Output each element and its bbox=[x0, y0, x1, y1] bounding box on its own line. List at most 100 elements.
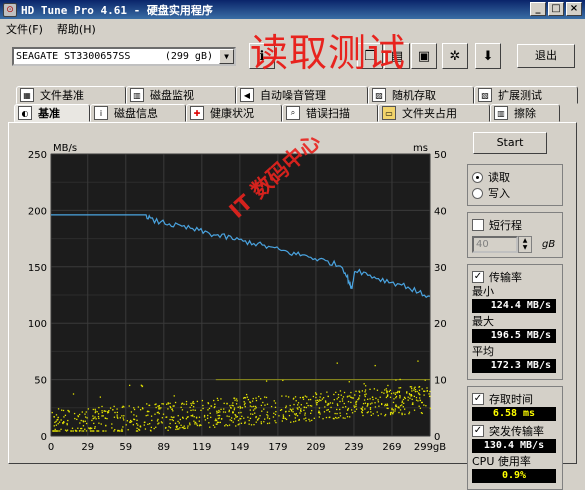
access-time-point bbox=[185, 403, 188, 405]
access-time-point bbox=[426, 387, 428, 389]
access-time-point bbox=[159, 408, 161, 410]
access-time-point bbox=[245, 393, 248, 396]
access-time-point bbox=[372, 398, 374, 401]
transfer-rate-checkbox[interactable]: ✓ bbox=[472, 271, 484, 283]
access-time-point bbox=[89, 427, 92, 429]
access-time-point bbox=[122, 426, 124, 428]
tab-benchmark[interactable]: ◐ 基准 bbox=[14, 104, 90, 122]
access-time-point bbox=[255, 416, 257, 419]
settings-icon[interactable]: ✲ bbox=[442, 43, 468, 69]
read-radio[interactable] bbox=[472, 171, 483, 183]
access-time-point bbox=[240, 411, 242, 414]
access-time-point bbox=[304, 395, 306, 397]
access-time-point bbox=[299, 412, 301, 414]
burst-rate-checkbox[interactable]: ✓ bbox=[472, 425, 484, 437]
stepper-arrows-icon[interactable]: ▲ ▼ bbox=[518, 235, 532, 253]
tab-random-access[interactable]: ▨ 随机存取 bbox=[368, 86, 474, 104]
access-time-point bbox=[113, 430, 115, 432]
write-radio[interactable] bbox=[472, 187, 483, 199]
drive-select[interactable]: SEAGATE ST3300657SS (299 gB) ▼ bbox=[12, 47, 236, 66]
access-time-point bbox=[418, 389, 421, 391]
access-time-point bbox=[399, 395, 401, 397]
access-time-point bbox=[374, 364, 376, 367]
access-time-point bbox=[386, 391, 388, 393]
access-time-point bbox=[358, 391, 361, 393]
tab-file-benchmark[interactable]: ▦ 文件基准 bbox=[16, 86, 126, 104]
access-time-point bbox=[346, 413, 348, 415]
access-time-point bbox=[406, 391, 408, 393]
access-time-point bbox=[377, 414, 379, 417]
access-time-point bbox=[429, 395, 431, 398]
read-option[interactable]: 读取 bbox=[472, 169, 560, 185]
tab-disk-info[interactable]: i 磁盘信息 bbox=[90, 104, 186, 122]
access-time-point bbox=[306, 396, 308, 398]
access-time-point bbox=[241, 407, 244, 409]
x-tick-label: 209 bbox=[306, 442, 325, 453]
access-time-point bbox=[372, 413, 374, 415]
chevron-down-icon[interactable]: ▼ bbox=[219, 49, 234, 64]
access-time-point bbox=[122, 405, 124, 407]
access-time-point bbox=[190, 404, 193, 406]
access-time-point bbox=[376, 411, 378, 413]
access-time-point bbox=[209, 412, 211, 414]
access-time-point bbox=[150, 426, 153, 429]
access-time-point bbox=[264, 396, 266, 398]
access-time-point bbox=[303, 409, 305, 411]
access-time-point bbox=[367, 411, 369, 413]
menu-file[interactable]: 文件(F) bbox=[6, 21, 43, 37]
minimize-button[interactable]: _ bbox=[530, 2, 546, 16]
write-option[interactable]: 写入 bbox=[472, 185, 560, 201]
access-time-checkbox[interactable]: ✓ bbox=[472, 393, 484, 405]
transfer-rate-option[interactable]: ✓ 传输率 bbox=[472, 269, 560, 285]
access-time-point bbox=[347, 395, 349, 397]
access-time-point bbox=[112, 409, 114, 411]
access-time-point bbox=[75, 430, 77, 432]
tab-aam[interactable]: ◀ 自动噪音管理 bbox=[236, 86, 368, 104]
download-icon[interactable]: ⬇ bbox=[475, 43, 501, 69]
start-button[interactable]: Start bbox=[473, 132, 547, 154]
access-time-point bbox=[267, 415, 269, 417]
save-icon[interactable]: ▣ bbox=[411, 43, 437, 69]
access-time-option[interactable]: ✓ 存取时间 bbox=[472, 391, 560, 407]
access-time-point bbox=[121, 428, 123, 431]
short-stroke-option[interactable]: 短行程 bbox=[472, 217, 560, 233]
access-time-point bbox=[210, 405, 213, 407]
access-time-point bbox=[243, 401, 245, 403]
access-time-point bbox=[364, 408, 366, 410]
close-button[interactable]: × bbox=[566, 2, 582, 16]
access-time-point bbox=[196, 400, 199, 403]
stroke-stepper[interactable]: 40 ▲ ▼ gB bbox=[472, 235, 560, 253]
tab-erase[interactable]: ▥ 擦除 bbox=[490, 104, 560, 122]
tab-folder-usage[interactable]: ▭ 文件夹占用 bbox=[378, 104, 490, 122]
stroke-value[interactable]: 40 bbox=[472, 235, 518, 253]
access-time-point bbox=[194, 421, 196, 424]
access-time-point bbox=[284, 411, 287, 413]
menu-help[interactable]: 帮助(H) bbox=[57, 21, 96, 37]
access-time-point bbox=[379, 396, 381, 398]
access-time-point bbox=[251, 400, 254, 402]
access-time-point bbox=[224, 411, 227, 413]
access-time-point bbox=[384, 404, 386, 407]
access-time-point bbox=[220, 398, 222, 400]
access-time-point bbox=[413, 409, 416, 411]
access-time-point bbox=[264, 404, 266, 406]
access-time-point bbox=[101, 405, 103, 408]
access-time-point bbox=[296, 415, 299, 417]
tab-extra-tests[interactable]: ▧ 扩展测试 bbox=[474, 86, 578, 104]
exit-button[interactable]: 退出 bbox=[517, 44, 575, 68]
access-time-point bbox=[285, 405, 287, 407]
access-time-point bbox=[395, 397, 397, 399]
access-time-point bbox=[120, 430, 123, 432]
access-time-point bbox=[290, 421, 292, 423]
max-label: 最大 bbox=[472, 315, 494, 328]
access-time-point bbox=[386, 395, 388, 397]
benchmark-chart: 250 200 150 100 50 0 50 40 30 20 10 0 0 29 59 89 119 149 1… bbox=[12, 140, 457, 458]
access-time-point bbox=[224, 425, 226, 427]
short-stroke-checkbox[interactable] bbox=[472, 219, 484, 231]
tab-health[interactable]: ✚ 健康状况 bbox=[186, 104, 282, 122]
burst-rate-option[interactable]: ✓ 突发传输率 bbox=[472, 423, 560, 439]
maximize-button[interactable]: □ bbox=[548, 2, 564, 16]
access-time-point bbox=[275, 421, 277, 424]
tab-error-scan[interactable]: ⌕ 错误扫描 bbox=[282, 104, 378, 122]
tab-disk-monitor[interactable]: ▥ 磁盘监视 bbox=[126, 86, 236, 104]
